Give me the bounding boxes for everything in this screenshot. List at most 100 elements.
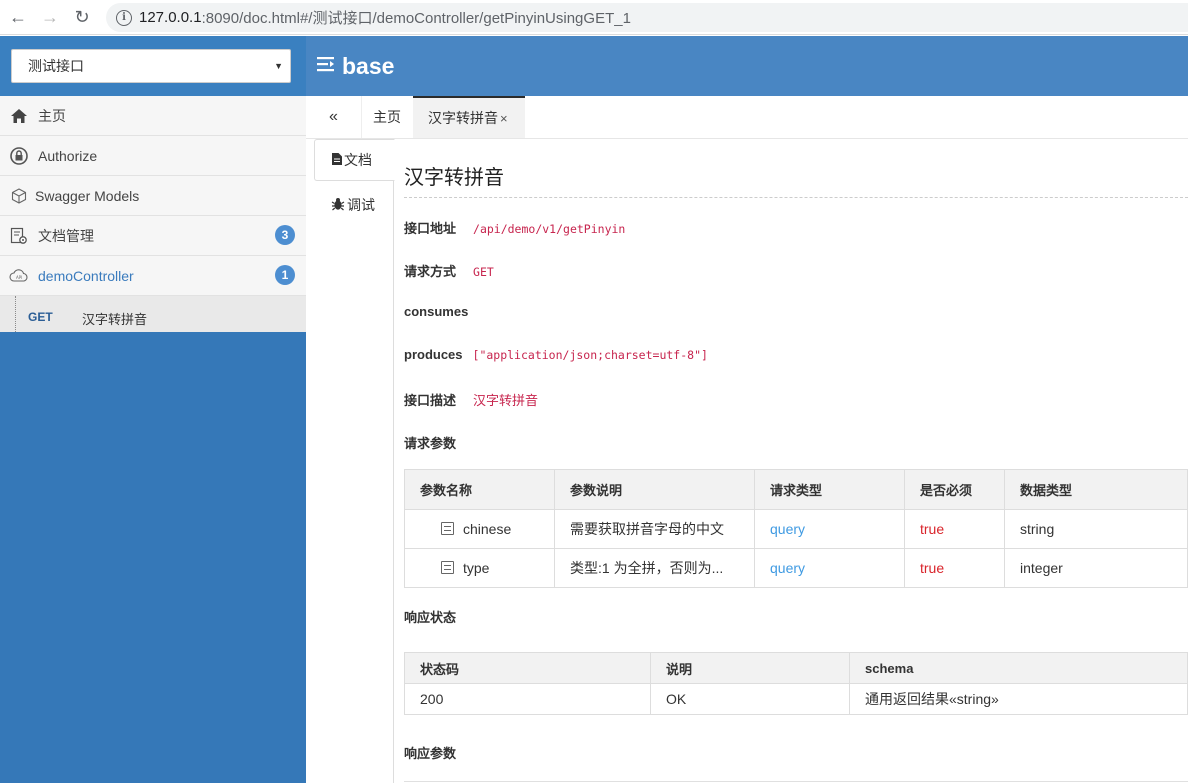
- doc-settings-icon: [9, 226, 29, 246]
- table-row: 200 OK 通用返回结果«string»: [404, 683, 1188, 715]
- description-field: 接口描述 汉字转拼音: [404, 390, 538, 409]
- field-label: 请求方式: [404, 264, 457, 279]
- forward-arrow-icon[interactable]: →: [36, 3, 64, 31]
- tree-line: [15, 296, 16, 332]
- param-name: type: [463, 560, 490, 576]
- field-label: 接口地址: [404, 221, 457, 236]
- field-label: 接口描述: [404, 393, 457, 408]
- param-required: true: [904, 548, 1005, 588]
- produces-value: ["application/json;charset=utf-8"]: [472, 348, 708, 362]
- param-name: chinese: [463, 521, 512, 537]
- sidebar-item-label: Authorize: [38, 147, 98, 164]
- divider: [404, 781, 1188, 782]
- tab-doc[interactable]: 文档: [314, 139, 395, 181]
- table-row: type 类型:1 为全拼，否则为... query true integer: [404, 548, 1188, 588]
- info-icon[interactable]: i: [116, 9, 132, 26]
- sidebar-item-doc-management[interactable]: 文档管理 3: [0, 216, 306, 256]
- tab-debug[interactable]: 调试: [314, 184, 395, 226]
- param-type: string: [1004, 509, 1188, 549]
- method-value: GET: [473, 265, 494, 279]
- status-schema[interactable]: 通用返回结果«string»: [849, 683, 1188, 715]
- column-header: 请求类型: [754, 469, 905, 510]
- param-in: query: [754, 509, 905, 549]
- response-status-heading: 响应状态: [404, 607, 473, 626]
- count-badge: 1: [275, 265, 295, 285]
- request-params-heading: 请求参数: [404, 433, 473, 452]
- column-header: 状态码: [404, 652, 651, 684]
- response-params-heading: 响应参数: [404, 743, 473, 762]
- param-name-cell: chinese: [404, 509, 555, 549]
- status-code: 200: [404, 683, 651, 715]
- param-type: integer: [1004, 548, 1188, 588]
- tab-get-pinyin[interactable]: 汉字转拼音 ×: [413, 96, 525, 138]
- table-header-row: 参数名称 参数说明 请求类型 是否必须 数据类型: [404, 469, 1188, 510]
- param-desc: 类型:1 为全拼，否则为...: [554, 548, 755, 588]
- url-path: :8090/doc.html#/测试接口/demoController/getP…: [201, 10, 631, 27]
- doc-content: 汉字转拼音 接口地址 /api/demo/v1/getPinyin 请求方式 G…: [404, 139, 1188, 783]
- param-desc: 需要获取拼音字母的中文: [554, 509, 755, 549]
- url-host: 127.0.0.1: [139, 9, 202, 26]
- section-heading: 响应状态: [404, 610, 457, 625]
- tab-label: 调试: [347, 197, 375, 213]
- group-select-value: 测试接口: [28, 58, 84, 74]
- tab-label: 文档: [344, 152, 372, 168]
- browser-toolbar: ← → ↻ i 127.0.0.1:8090/doc.html#/测试接口/de…: [0, 0, 1188, 35]
- method-field: 请求方式 GET: [404, 261, 494, 280]
- svg-text:API: API: [16, 275, 22, 280]
- field-label: consumes: [404, 304, 469, 319]
- tab-label: 汉字转拼音: [428, 110, 498, 126]
- menu-toggle-icon[interactable]: [317, 55, 337, 78]
- column-header: 是否必须: [904, 469, 1005, 510]
- reload-icon[interactable]: ↻: [68, 3, 96, 31]
- close-icon[interactable]: ×: [500, 111, 508, 126]
- column-header: 参数说明: [554, 469, 755, 510]
- column-header: 参数名称: [404, 469, 555, 510]
- api-address-field: 接口地址 /api/demo/v1/getPinyin: [404, 218, 625, 237]
- sidebar-menu: 主页 Authorize Swagger Models 文档管理 3 API d…: [0, 96, 306, 332]
- sidebar-item-label: demoController: [38, 267, 134, 284]
- table-header-row: 状态码 说明 schema: [404, 652, 1188, 684]
- sidebar-subitem-get-pinyin[interactable]: GET 汉字转拼音: [0, 296, 306, 332]
- caret-down-icon: ▼: [274, 61, 283, 71]
- api-address-value: /api/demo/v1/getPinyin: [473, 222, 626, 236]
- column-header: 说明: [650, 652, 850, 684]
- page-title: 汉字转拼音: [404, 167, 504, 189]
- sidebar-item-label: Swagger Models: [35, 187, 140, 204]
- lock-icon: [9, 146, 29, 166]
- doc-debug-tabs: 文档 调试: [306, 139, 395, 783]
- section-heading: 响应参数: [404, 746, 457, 761]
- sidebar-item-home[interactable]: 主页: [0, 96, 306, 136]
- sidebar-item-swagger-models[interactable]: Swagger Models: [0, 176, 306, 216]
- list-icon[interactable]: [441, 522, 454, 535]
- list-icon[interactable]: [441, 561, 454, 574]
- http-method-label: GET: [28, 310, 53, 324]
- sidebar: 测试接口 ▼ 主页 Authorize Swagger Models 文档管理 …: [0, 36, 306, 783]
- status-desc: OK: [650, 683, 850, 715]
- back-arrow-icon[interactable]: ←: [4, 3, 32, 31]
- top-header: base: [306, 36, 1188, 96]
- produces-field: produces ["application/json;charset=utf-…: [404, 347, 708, 362]
- section-heading: 请求参数: [404, 436, 457, 451]
- sidebar-item-label: 主页: [38, 107, 66, 124]
- group-select[interactable]: 测试接口 ▼: [11, 49, 291, 83]
- sidebar-item-label: 文档管理: [38, 227, 94, 244]
- response-status-table: 状态码 说明 schema 200 OK 通用返回结果«string»: [404, 652, 1188, 715]
- divider: [404, 197, 1188, 198]
- brand-title: base: [342, 52, 395, 79]
- collapse-left-icon[interactable]: «: [306, 96, 361, 138]
- tab-home[interactable]: 主页: [361, 96, 412, 138]
- count-badge: 3: [275, 225, 295, 245]
- sidebar-item-authorize[interactable]: Authorize: [0, 136, 306, 176]
- param-name-cell: type: [404, 548, 555, 588]
- consumes-field: consumes: [404, 304, 485, 319]
- sidebar-item-democontroller[interactable]: API demoController 1: [0, 256, 306, 296]
- sidebar-header: 测试接口 ▼: [0, 36, 306, 96]
- column-header: 数据类型: [1004, 469, 1188, 510]
- column-header: schema: [849, 652, 1188, 684]
- cube-icon: [9, 186, 29, 206]
- description-value: 汉字转拼音: [473, 393, 539, 408]
- param-required: true: [904, 509, 1005, 549]
- param-in: query: [754, 548, 905, 588]
- request-params-table: 参数名称 参数说明 请求类型 是否必须 数据类型 chinese 需要获取拼音字…: [404, 469, 1188, 588]
- address-bar[interactable]: i 127.0.0.1:8090/doc.html#/测试接口/demoCont…: [106, 3, 1188, 32]
